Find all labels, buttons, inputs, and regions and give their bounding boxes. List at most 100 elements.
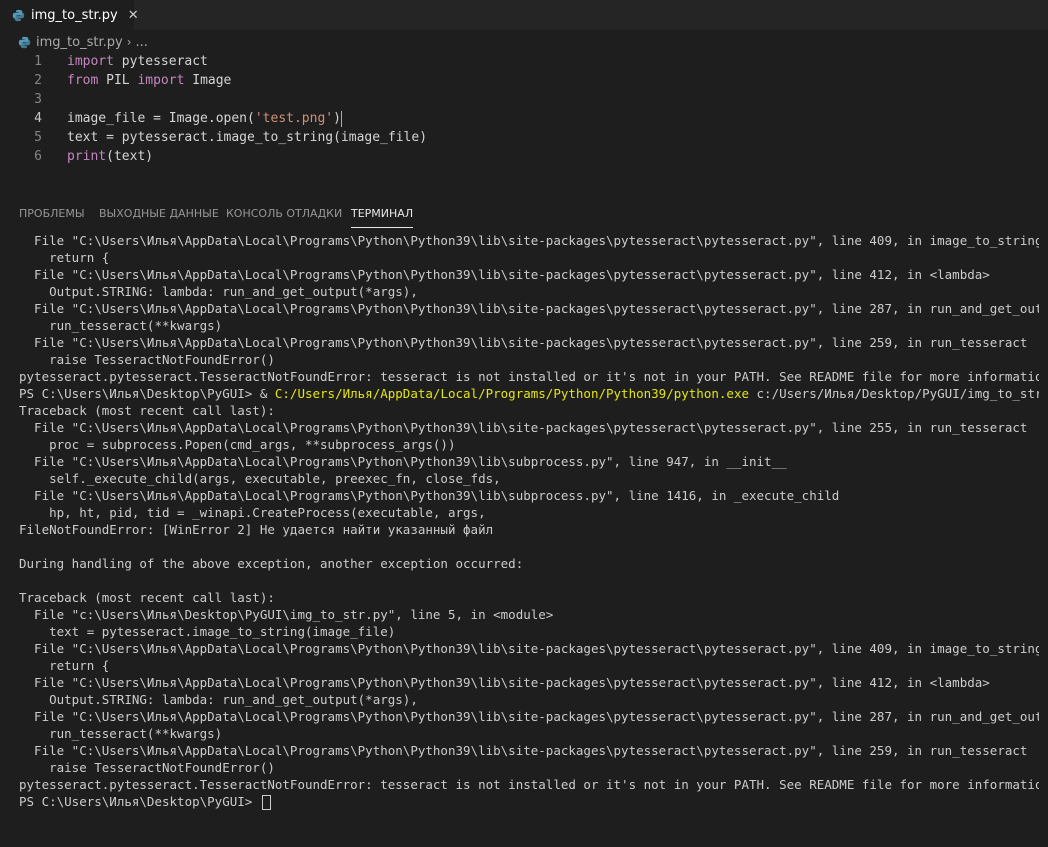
code-token: image_file = Image.open( [67, 111, 255, 126]
line-number: 5 [34, 130, 42, 145]
terminal-text: File "C:\Users\Илья\AppData\Local\Progra… [19, 675, 990, 690]
terminal-text: text = pytesseract.image_to_string(image… [19, 624, 396, 639]
terminal-cursor [261, 795, 271, 810]
tab-img-to-str[interactable]: img_to_str.py ✕ [0, 0, 139, 30]
terminal-line: File "C:\Users\Илья\AppData\Local\Progra… [19, 266, 1039, 283]
terminal-text: c:/Users/Илья/Desktop/PyGUI/img_to_str.p… [749, 386, 1039, 401]
code-text: image_file = Image.open('test.png') [67, 109, 342, 128]
terminal-line: File "C:\Users\Илья\AppData\Local\Progra… [19, 419, 1039, 436]
panel-tab[interactable]: КОНСОЛЬ ОТЛАДКИ [226, 205, 342, 229]
panel-tab[interactable]: ВЫХОДНЫЕ ДАННЫЕ [99, 205, 219, 229]
terminal-line: proc = subprocess.Popen(cmd_args, **subp… [19, 436, 1039, 453]
line-number: 6 [34, 149, 42, 164]
terminal-line: pytesseract.pytesseract.TesseractNotFoun… [19, 368, 1039, 385]
chevron-right-icon: › [126, 35, 132, 49]
terminal-line: File "c:\Users\Илья\Desktop\PyGUI\img_to… [19, 606, 1039, 623]
terminal-line: File "C:\Users\Илья\AppData\Local\Progra… [19, 334, 1039, 351]
code-token: pytesseract [113, 54, 208, 69]
terminal-line: self._execute_child(args, executable, pr… [19, 470, 1039, 487]
string-token: 'test.png' [254, 111, 334, 126]
terminal-text: File "C:\Users\Илья\AppData\Local\Progra… [19, 420, 1028, 435]
terminal-output[interactable]: File "C:\Users\Илья\AppData\Local\Progra… [19, 232, 1039, 832]
terminal-line: File "C:\Users\Илья\AppData\Local\Progra… [19, 232, 1039, 249]
terminal-line: File "C:\Users\Илья\AppData\Local\Progra… [19, 708, 1039, 725]
terminal-text: File "C:\Users\Илья\AppData\Local\Progra… [19, 709, 1039, 724]
terminal-text: proc = subprocess.Popen(cmd_args, **subp… [19, 437, 456, 452]
code-editor[interactable]: 1 import pytesseract 2 from PIL import Imag… [0, 52, 1048, 192]
terminal-text: hp, ht, pid, tid = _winapi.CreateProcess… [19, 505, 486, 520]
terminal-command-path: C:/Users/Илья/AppData/Local/Programs/Pyt… [274, 386, 749, 401]
terminal-text: return { [19, 658, 110, 673]
keyword-token: import [137, 73, 185, 88]
terminal-line: pytesseract.pytesseract.TesseractNotFoun… [19, 776, 1039, 793]
terminal-line: File "C:\Users\Илья\AppData\Local\Progra… [19, 453, 1039, 470]
terminal-line: File "C:\Users\Илья\AppData\Local\Progra… [19, 300, 1039, 317]
code-text: text = pytesseract.image_to_string(image… [67, 128, 427, 147]
terminal-line: return { [19, 657, 1039, 674]
keyword-token: from [67, 73, 99, 88]
breadcrumb: img_to_str.py › ... [18, 33, 148, 51]
code-text: from PIL import Image [67, 71, 231, 90]
terminal-text: Traceback (most recent call last): [19, 403, 275, 418]
code-text: import pytesseract [67, 52, 208, 71]
terminal-line: During handling of the above exception, … [19, 555, 1039, 572]
terminal-text: return { [19, 250, 110, 265]
terminal-text: pytesseract.pytesseract.TesseractNotFoun… [19, 777, 1039, 792]
terminal-text: Output.STRING: lambda: run_and_get_outpu… [19, 692, 418, 707]
keyword-token: import [67, 54, 114, 69]
terminal-text: PS C:\Users\Илья\Desktop\PyGUI> [19, 794, 260, 809]
terminal-line: return { [19, 249, 1039, 266]
code-token: (text) [106, 149, 154, 164]
terminal-line: Traceback (most recent call last): [19, 402, 1039, 419]
terminal-text: File "C:\Users\Илья\AppData\Local\Progra… [19, 641, 1039, 656]
terminal-line: PS C:\Users\Илья\Desktop\PyGUI> [19, 793, 1039, 810]
terminal-text: File "C:\Users\Илья\AppData\Local\Progra… [19, 301, 1039, 316]
panel-tab-bar: ПРОБЛЕМЫ ВЫХОДНЫЕ ДАННЫЕ КОНСОЛЬ ОТЛАДКИ ТЕ… [0, 205, 1048, 229]
python-file-icon [12, 9, 25, 22]
line-number: 3 [34, 92, 42, 107]
terminal-text: File "C:\Users\Илья\AppData\Local\Progra… [19, 743, 1028, 758]
terminal-line: File "C:\Users\Илья\AppData\Local\Progra… [19, 742, 1039, 759]
panel-tab[interactable]: ПРОБЛЕМЫ [19, 205, 85, 229]
terminal-line: PS C:\Users\Илья\Desktop\PyGUI> & C:/Use… [19, 385, 1039, 402]
editor-tab-bar: img_to_str.py ✕ [0, 0, 1048, 30]
breadcrumb-file[interactable]: img_to_str.py [36, 35, 123, 50]
terminal-line: File "C:\Users\Илья\AppData\Local\Progra… [19, 674, 1039, 691]
terminal-text: During handling of the above exception, … [19, 556, 524, 571]
terminal-line: Output.STRING: lambda: run_and_get_outpu… [19, 691, 1039, 708]
terminal-text: File "C:\Users\Илья\AppData\Local\Progra… [19, 335, 1028, 350]
terminal-line: raise TesseractNotFoundError() [19, 759, 1039, 776]
terminal-text: FileNotFoundError: [WinError 2] Не удает… [19, 522, 494, 537]
text-cursor [340, 110, 342, 127]
line-number: 1 [34, 54, 42, 69]
terminal-line: raise TesseractNotFoundError() [19, 351, 1039, 368]
panel-tab[interactable]: ТЕРМИНАЛ [351, 205, 414, 229]
terminal-line: run_tesseract(**kwargs) [19, 725, 1039, 742]
code-token: text = pytesseract.image_to_string(image… [67, 130, 428, 145]
terminal-line: File "C:\Users\Илья\AppData\Local\Progra… [19, 487, 1039, 504]
terminal-text: run_tesseract(**kwargs) [19, 726, 223, 741]
close-icon[interactable]: ✕ [128, 9, 139, 22]
terminal-text: File "C:\Users\Илья\AppData\Local\Progra… [19, 267, 990, 282]
terminal-text: File "C:\Users\Илья\AppData\Local\Progra… [19, 233, 1039, 248]
code-token: ) [333, 111, 341, 126]
terminal-text: File "C:\Users\Илья\AppData\Local\Progra… [19, 454, 787, 469]
terminal-line: Output.STRING: lambda: run_and_get_outpu… [19, 283, 1039, 300]
terminal-line: hp, ht, pid, tid = _winapi.CreateProcess… [19, 504, 1039, 521]
keyword-token: print [67, 149, 107, 164]
breadcrumb-more[interactable]: ... [136, 35, 148, 50]
tab-title: img_to_str.py [31, 7, 118, 23]
line-number: 2 [34, 73, 42, 88]
terminal-text: Traceback (most recent call last): [19, 590, 275, 605]
python-file-icon [18, 36, 31, 49]
terminal-line: run_tesseract(**kwargs) [19, 317, 1039, 334]
terminal-text: File "C:\Users\Илья\AppData\Local\Progra… [19, 488, 840, 503]
terminal-line: File "C:\Users\Илья\AppData\Local\Progra… [19, 640, 1039, 657]
terminal-text: run_tesseract(**kwargs) [19, 318, 223, 333]
terminal-line: text = pytesseract.image_to_string(image… [19, 623, 1039, 640]
terminal-text: pytesseract.pytesseract.TesseractNotFoun… [19, 369, 1039, 384]
terminal-line: FileNotFoundError: [WinError 2] Не удает… [19, 521, 1039, 538]
terminal-line: Traceback (most recent call last): [19, 589, 1039, 606]
terminal-text: raise TesseractNotFoundError() [19, 352, 275, 367]
